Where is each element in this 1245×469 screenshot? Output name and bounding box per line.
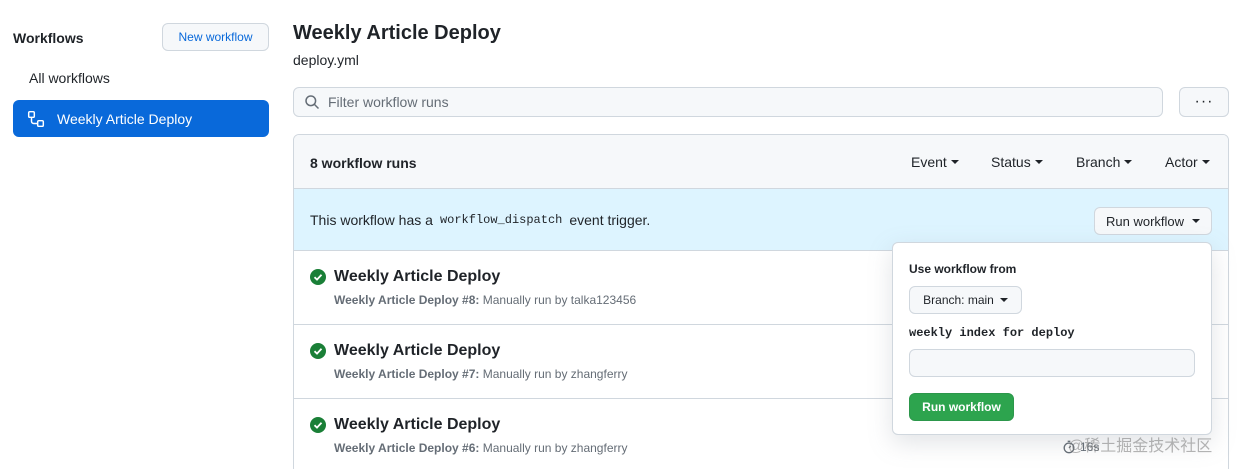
chevron-down-icon bbox=[999, 298, 1008, 302]
sidebar-title: Workflows bbox=[13, 30, 84, 46]
success-check-icon bbox=[310, 269, 326, 285]
run-title[interactable]: Weekly Article Deploy bbox=[334, 342, 500, 360]
new-workflow-button[interactable]: New workflow bbox=[162, 23, 269, 51]
filter-runs-field bbox=[293, 87, 1163, 117]
runs-count: 8 workflow runs bbox=[310, 155, 417, 171]
status-filter-label: Status bbox=[991, 154, 1031, 170]
sidebar-item-weekly-article-deploy[interactable]: Weekly Article Deploy bbox=[13, 100, 269, 137]
filter-runs-input[interactable] bbox=[328, 94, 1128, 110]
more-options-button[interactable]: ··· bbox=[1179, 87, 1229, 117]
run-workflow-popover: Use workflow from Branch: main weekly in… bbox=[892, 242, 1212, 435]
run-title[interactable]: Weekly Article Deploy bbox=[334, 268, 500, 286]
run-meta-name: Weekly Article Deploy #7: bbox=[334, 367, 480, 381]
page-title: Weekly Article Deploy bbox=[293, 22, 501, 44]
dispatch-suffix: event trigger. bbox=[569, 212, 651, 228]
actor-filter-dropdown[interactable]: Actor bbox=[1165, 154, 1210, 170]
actor-filter-label: Actor bbox=[1165, 154, 1198, 170]
event-filter-label: Event bbox=[911, 154, 947, 170]
chevron-down-icon bbox=[1201, 160, 1210, 164]
chevron-down-icon bbox=[950, 160, 959, 164]
run-meta: Weekly Article Deploy #7: Manually run b… bbox=[334, 367, 627, 381]
run-meta: Weekly Article Deploy #8: Manually run b… bbox=[334, 293, 636, 307]
use-workflow-from-label: Use workflow from bbox=[909, 262, 1017, 276]
run-meta-actor: Manually run by zhangferry bbox=[479, 441, 628, 455]
success-check-icon bbox=[310, 417, 326, 433]
status-filter-dropdown[interactable]: Status bbox=[991, 154, 1043, 170]
chevron-down-icon bbox=[1124, 160, 1133, 164]
sidebar-item-label: Weekly Article Deploy bbox=[57, 110, 193, 127]
weekly-index-label: weekly index for deploy bbox=[909, 326, 1075, 340]
branch-select-button[interactable]: Branch: main bbox=[909, 286, 1022, 314]
run-title[interactable]: Weekly Article Deploy bbox=[334, 416, 500, 434]
branch-filter-dropdown[interactable]: Branch bbox=[1076, 154, 1133, 170]
event-filter-dropdown[interactable]: Event bbox=[911, 154, 959, 170]
chevron-down-icon bbox=[1034, 160, 1043, 164]
dispatch-message: This workflow has a workflow_dispatch ev… bbox=[310, 212, 650, 228]
branch-filter-label: Branch bbox=[1076, 154, 1121, 170]
sidebar-item-all-workflows[interactable]: All workflows bbox=[29, 70, 110, 86]
run-meta: Weekly Article Deploy #6: Manually run b… bbox=[334, 441, 627, 455]
dispatch-prefix: This workflow has a bbox=[310, 212, 433, 228]
runs-header: 8 workflow runs Event Status Branch Acto… bbox=[294, 135, 1228, 189]
run-meta-actor: Manually run by talka123456 bbox=[479, 293, 637, 307]
run-meta-name: Weekly Article Deploy #6: bbox=[334, 441, 480, 455]
search-icon bbox=[304, 94, 320, 110]
chevron-down-icon bbox=[1192, 219, 1201, 223]
workflow-file-link[interactable]: deploy.yml bbox=[293, 52, 359, 68]
run-workflow-label: Run workflow bbox=[1105, 213, 1185, 229]
run-meta-actor: Manually run by zhangferry bbox=[479, 367, 628, 381]
weekly-index-input[interactable] bbox=[909, 349, 1195, 377]
sidebar: Workflows New workflow All workflows Wee… bbox=[0, 0, 280, 469]
run-workflow-submit-button[interactable]: Run workflow bbox=[909, 393, 1014, 421]
run-workflow-dropdown-button[interactable]: Run workflow bbox=[1094, 207, 1212, 235]
branch-select-label: Branch: main bbox=[923, 293, 994, 307]
watermark: @稀土掘金技术社区 bbox=[1068, 438, 1213, 455]
workflow-icon bbox=[27, 110, 45, 128]
success-check-icon bbox=[310, 343, 326, 359]
dispatch-code: workflow_dispatch bbox=[439, 213, 563, 227]
run-meta-name: Weekly Article Deploy #8: bbox=[334, 293, 480, 307]
